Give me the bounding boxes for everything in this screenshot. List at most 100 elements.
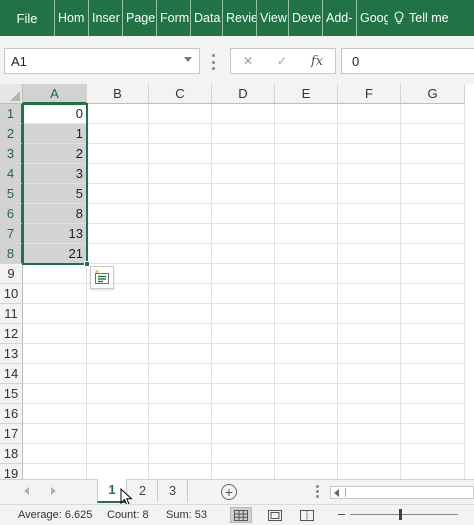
cell-f7[interactable]	[338, 224, 401, 244]
cell-b3[interactable]	[87, 144, 149, 164]
tab-review[interactable]: Revie	[222, 0, 256, 36]
cell-b15[interactable]	[87, 384, 149, 404]
cell-a5[interactable]: 5	[23, 184, 87, 204]
row-header-9[interactable]: 9	[0, 264, 23, 284]
cell-e1[interactable]	[275, 104, 338, 124]
cell-e10[interactable]	[275, 284, 338, 304]
cell-b4[interactable]	[87, 164, 149, 184]
row-header-13[interactable]: 13	[0, 344, 23, 364]
cell-f18[interactable]	[338, 444, 401, 464]
cell-f11[interactable]	[338, 304, 401, 324]
cell-g8[interactable]	[401, 244, 465, 264]
cell-e18[interactable]	[275, 444, 338, 464]
cell-a9[interactable]	[23, 264, 87, 284]
cell-a16[interactable]	[23, 404, 87, 424]
row-header-8[interactable]: 8	[0, 244, 23, 264]
zoom-slider-thumb[interactable]	[399, 509, 402, 520]
worksheet-grid[interactable]: A B C D E F G 1 0 2 1 3 2 4 3 5 5 6 8 7 13 8 21 9 10 11 12 13 14 15 16…	[0, 84, 474, 479]
tell-me-box[interactable]: Tell me	[388, 11, 449, 25]
cell-a6[interactable]: 8	[23, 204, 87, 224]
cell-f4[interactable]	[338, 164, 401, 184]
cell-f10[interactable]	[338, 284, 401, 304]
cell-g13[interactable]	[401, 344, 465, 364]
formula-input[interactable]: 0	[341, 48, 474, 74]
zoom-slider[interactable]	[350, 514, 458, 515]
name-box[interactable]: A1	[4, 48, 200, 74]
cell-b19[interactable]	[87, 464, 149, 479]
cell-e8[interactable]	[275, 244, 338, 264]
cell-a2[interactable]: 1	[23, 124, 87, 144]
cell-b18[interactable]	[87, 444, 149, 464]
cell-d4[interactable]	[212, 164, 275, 184]
column-header-b[interactable]: B	[87, 84, 149, 104]
cell-a18[interactable]	[23, 444, 87, 464]
cell-b11[interactable]	[87, 304, 149, 324]
cell-c5[interactable]	[149, 184, 212, 204]
confirm-entry-icon[interactable]: ✓	[277, 54, 287, 68]
cell-g11[interactable]	[401, 304, 465, 324]
row-header-18[interactable]: 18	[0, 444, 23, 464]
cell-b2[interactable]	[87, 124, 149, 144]
cell-c12[interactable]	[149, 324, 212, 344]
cell-b5[interactable]	[87, 184, 149, 204]
cell-c3[interactable]	[149, 144, 212, 164]
select-all-corner[interactable]	[0, 84, 23, 104]
row-header-11[interactable]: 11	[0, 304, 23, 324]
cell-g10[interactable]	[401, 284, 465, 304]
cell-d1[interactable]	[212, 104, 275, 124]
row-header-17[interactable]: 17	[0, 424, 23, 444]
column-header-f[interactable]: F	[338, 84, 401, 104]
cell-d5[interactable]	[212, 184, 275, 204]
cell-f17[interactable]	[338, 424, 401, 444]
cell-c13[interactable]	[149, 344, 212, 364]
cell-d9[interactable]	[212, 264, 275, 284]
cell-c9[interactable]	[149, 264, 212, 284]
row-header-14[interactable]: 14	[0, 364, 23, 384]
scroll-sheets-right-icon[interactable]	[51, 487, 56, 495]
cell-d17[interactable]	[212, 424, 275, 444]
row-header-2[interactable]: 2	[0, 124, 23, 144]
cell-a19[interactable]	[23, 464, 87, 479]
cell-c1[interactable]	[149, 104, 212, 124]
chevron-down-icon[interactable]	[184, 57, 192, 62]
tab-page-layout[interactable]: Page	[122, 0, 156, 36]
tab-insert[interactable]: Inser	[88, 0, 122, 36]
cell-d14[interactable]	[212, 364, 275, 384]
cell-b7[interactable]	[87, 224, 149, 244]
cell-f14[interactable]	[338, 364, 401, 384]
row-header-16[interactable]: 16	[0, 404, 23, 424]
cell-a14[interactable]	[23, 364, 87, 384]
insert-function-icon[interactable]: fx	[311, 54, 323, 69]
tab-data[interactable]: Data	[190, 0, 222, 36]
cell-g1[interactable]	[401, 104, 465, 124]
cell-g19[interactable]	[401, 464, 465, 479]
cell-e9[interactable]	[275, 264, 338, 284]
cell-a7[interactable]: 13	[23, 224, 87, 244]
cell-b17[interactable]	[87, 424, 149, 444]
cell-a12[interactable]	[23, 324, 87, 344]
cell-c6[interactable]	[149, 204, 212, 224]
cell-d16[interactable]	[212, 404, 275, 424]
cell-d3[interactable]	[212, 144, 275, 164]
zoom-out-button[interactable]	[338, 514, 345, 515]
cell-c11[interactable]	[149, 304, 212, 324]
cell-a17[interactable]	[23, 424, 87, 444]
cell-e15[interactable]	[275, 384, 338, 404]
cancel-entry-icon[interactable]: ✕	[243, 54, 253, 68]
cell-a11[interactable]	[23, 304, 87, 324]
sheet-tab-3[interactable]: 3	[158, 480, 188, 502]
cell-d18[interactable]	[212, 444, 275, 464]
cell-f3[interactable]	[338, 144, 401, 164]
cell-e19[interactable]	[275, 464, 338, 479]
tab-google[interactable]: Goog	[356, 0, 388, 36]
tab-formulas[interactable]: Form	[156, 0, 190, 36]
row-header-3[interactable]: 3	[0, 144, 23, 164]
cell-f19[interactable]	[338, 464, 401, 479]
cell-f9[interactable]	[338, 264, 401, 284]
cell-f5[interactable]	[338, 184, 401, 204]
cell-g3[interactable]	[401, 144, 465, 164]
cell-e2[interactable]	[275, 124, 338, 144]
scroll-sheets-left-icon[interactable]	[24, 487, 29, 495]
cell-f8[interactable]	[338, 244, 401, 264]
column-header-c[interactable]: C	[149, 84, 212, 104]
